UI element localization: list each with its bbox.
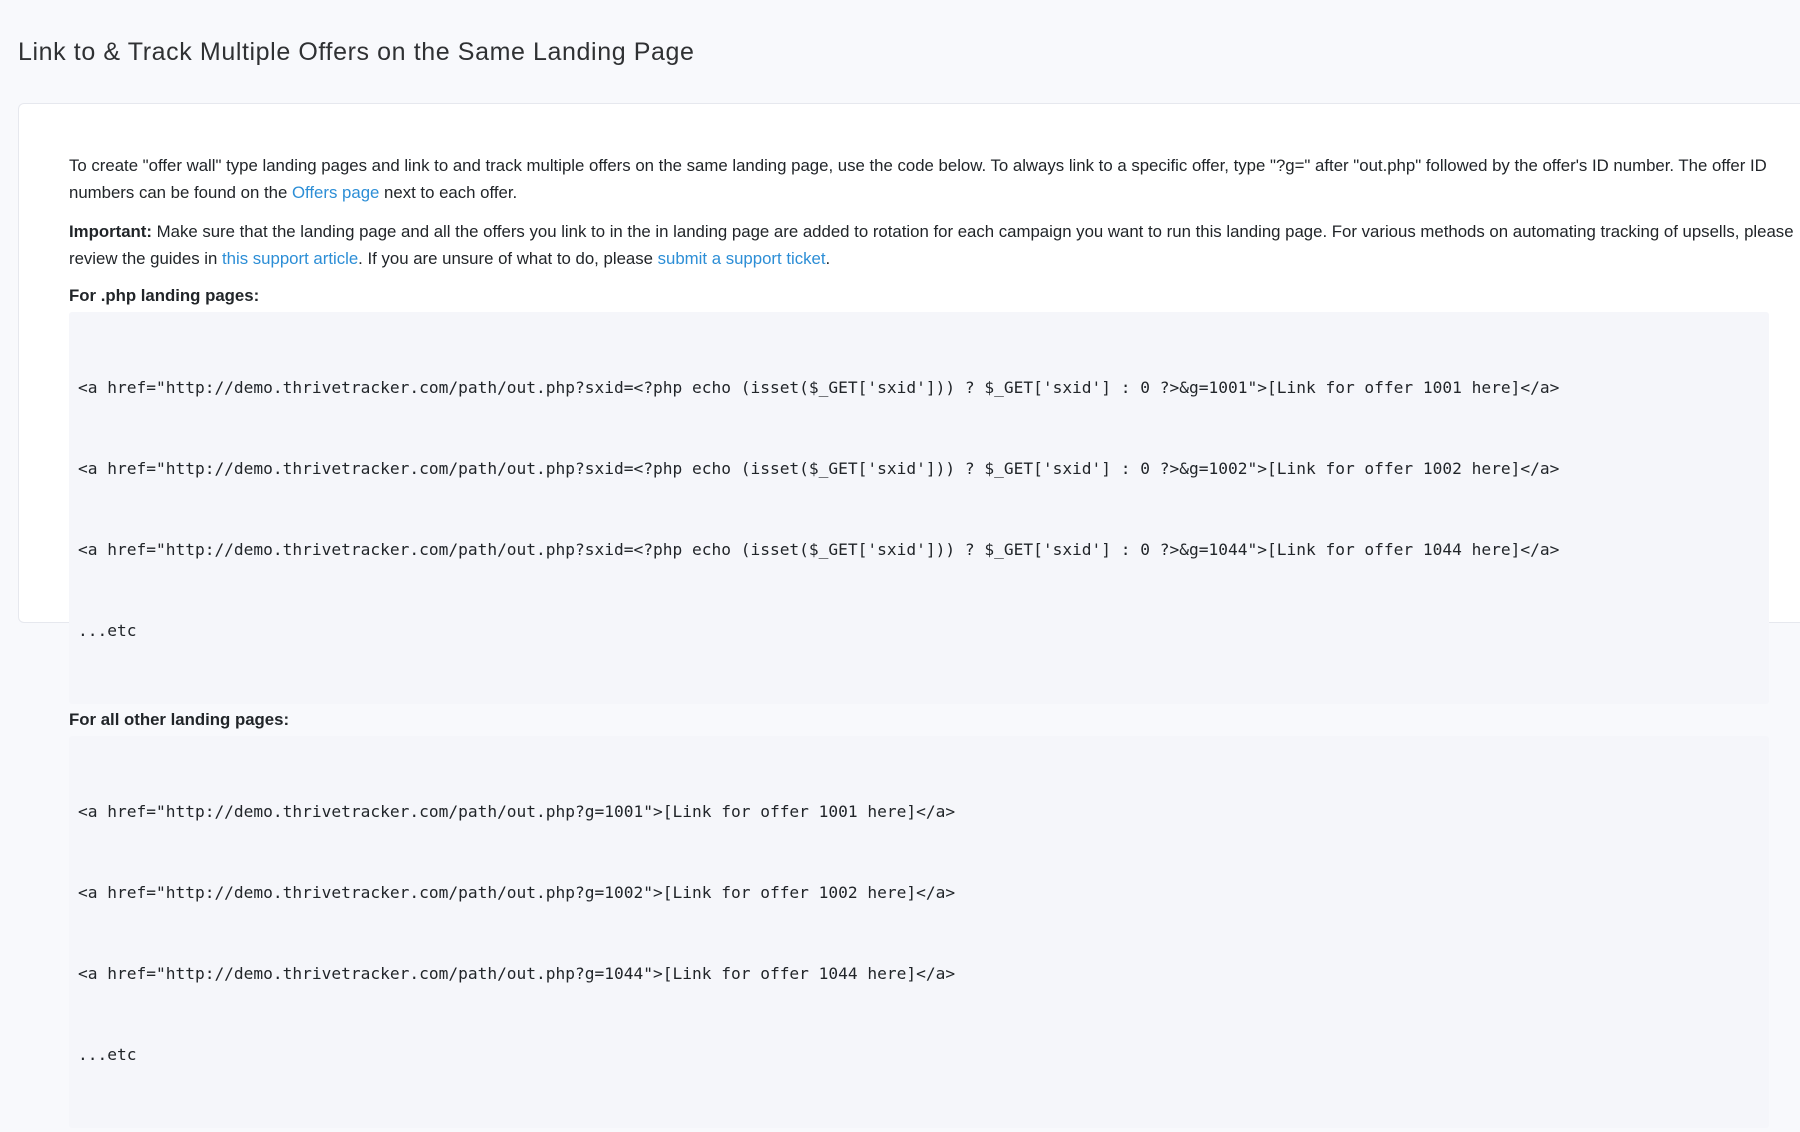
submit-ticket-link[interactable]: submit a support ticket [658, 249, 826, 268]
intro-paragraph: To create "offer wall" type landing page… [69, 152, 1799, 206]
php-code-block[interactable]: <a href="http://demo.thrivetracker.com/p… [69, 312, 1769, 704]
code-line: <a href="http://demo.thrivetracker.com/p… [78, 540, 1560, 559]
code-line: <a href="http://demo.thrivetracker.com/p… [78, 459, 1560, 478]
intro-text-end: next to each offer. [379, 183, 518, 202]
code-line: ...etc [78, 1045, 137, 1064]
page-title: Link to & Track Multiple Offers on the S… [18, 38, 695, 66]
code-line: ...etc [78, 621, 137, 640]
code-line: <a href="http://demo.thrivetracker.com/p… [78, 802, 956, 821]
code-line: <a href="http://demo.thrivetracker.com/p… [78, 964, 956, 983]
important-paragraph: Important: Make sure that the landing pa… [69, 218, 1799, 272]
support-article-link[interactable]: this support article [222, 249, 358, 268]
important-label: Important: [69, 222, 152, 241]
content-card: To create "offer wall" type landing page… [18, 103, 1800, 1128]
important-text-end: . [825, 249, 831, 268]
important-text-middle: . If you are unsure of what to do, pleas… [358, 249, 658, 268]
code-line: <a href="http://demo.thrivetracker.com/p… [78, 378, 1560, 397]
php-section-heading: For .php landing pages: [69, 286, 260, 305]
other-code-block[interactable]: <a href="http://demo.thrivetracker.com/p… [69, 736, 1769, 1128]
offers-page-link[interactable]: Offers page [292, 183, 379, 202]
card-body: To create "offer wall" type landing page… [69, 152, 1799, 1132]
other-section-heading: For all other landing pages: [69, 710, 290, 729]
code-line: <a href="http://demo.thrivetracker.com/p… [78, 883, 956, 902]
